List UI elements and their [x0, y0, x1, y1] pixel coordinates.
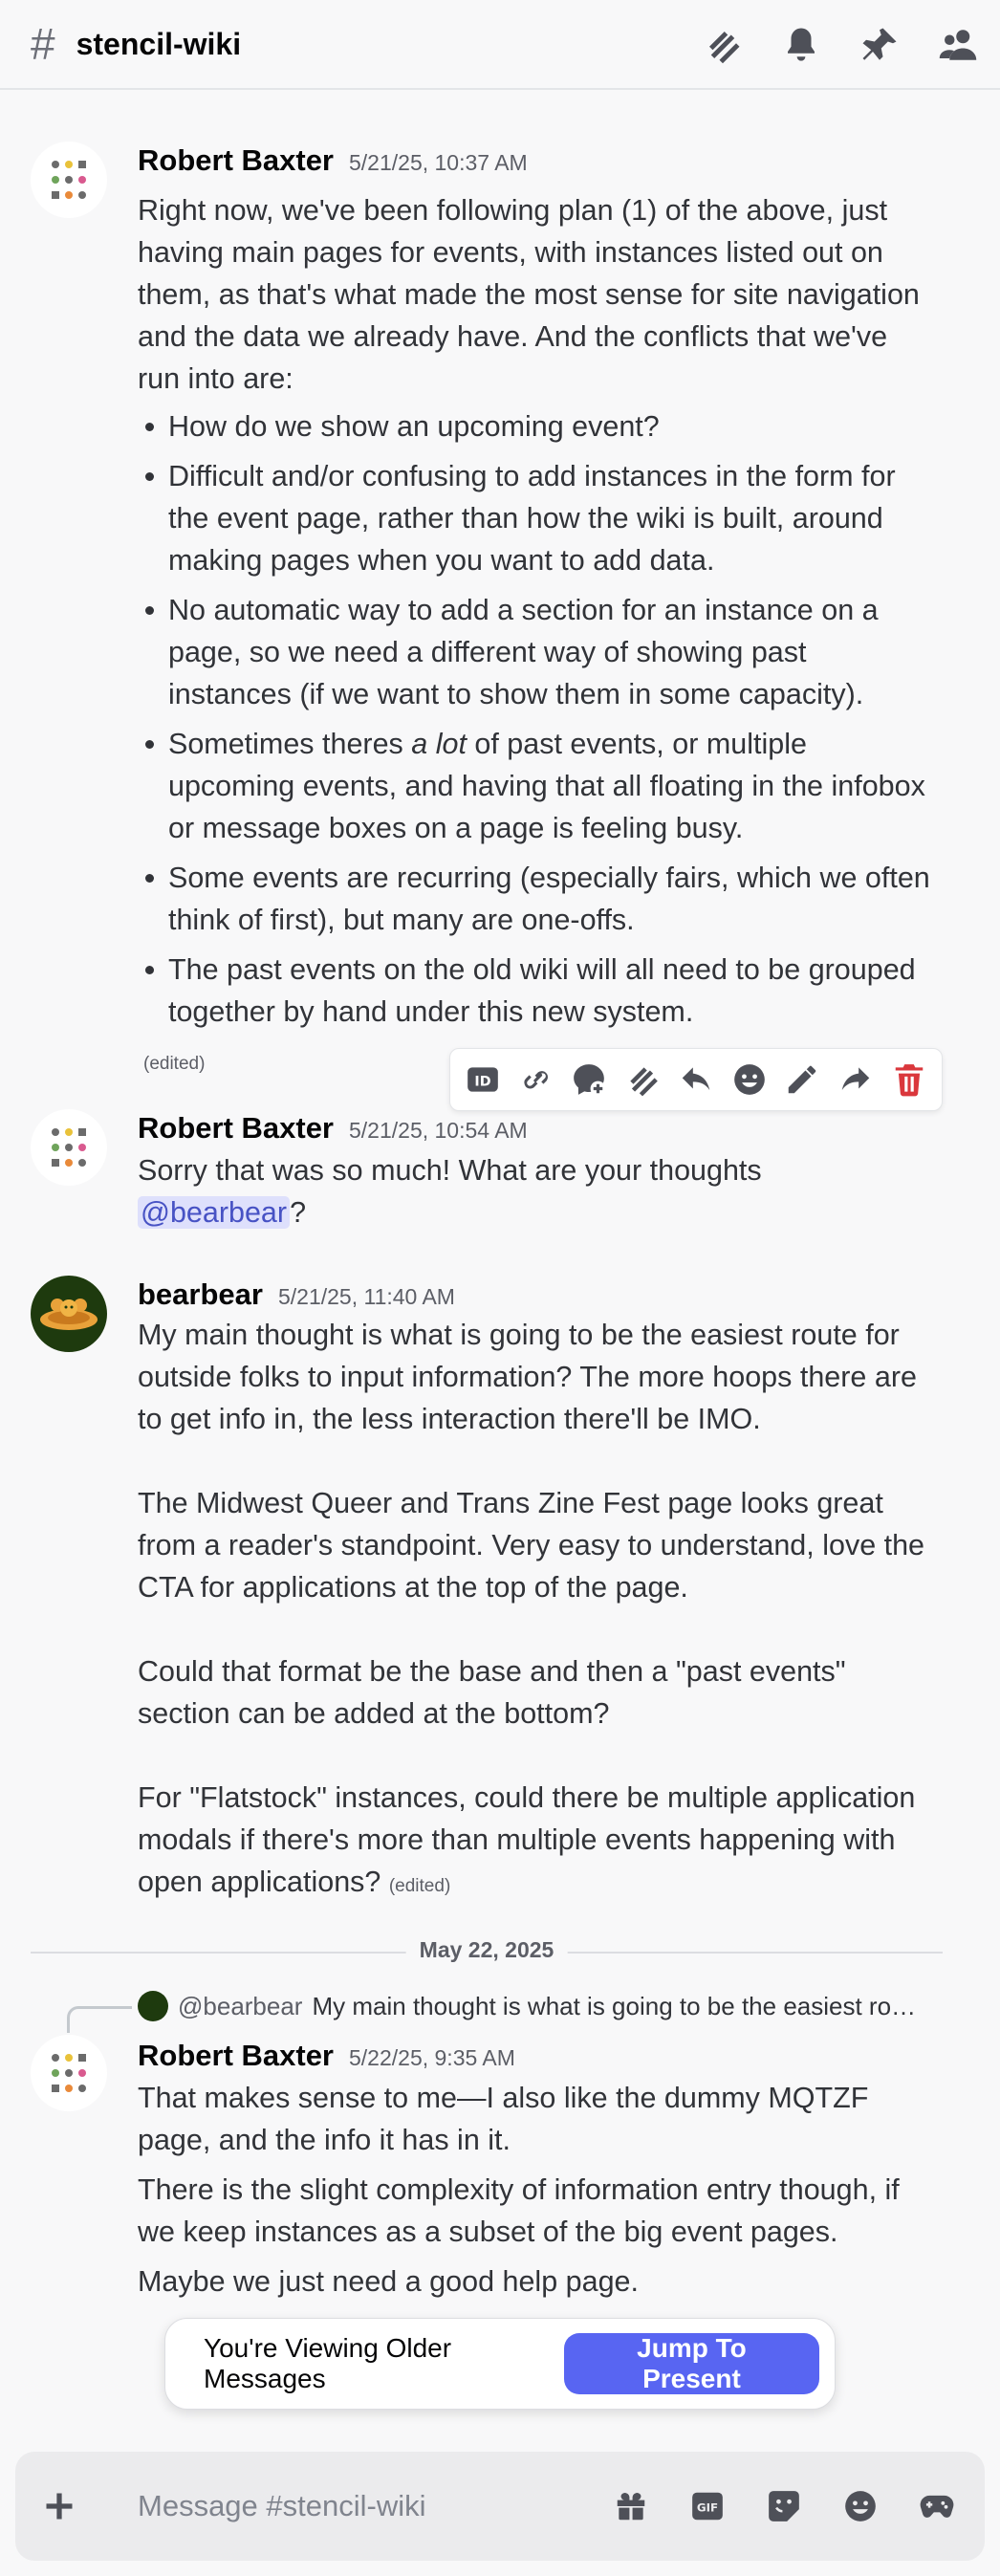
thread-icon[interactable] [620, 1057, 665, 1102]
threads-icon[interactable] [694, 21, 751, 69]
timestamp: 5/21/25, 11:40 AM [277, 1284, 455, 1309]
message-text: Maybe we just need a good help page. [138, 2265, 639, 2298]
list-item: The past events on the old wiki will all… [138, 949, 931, 1033]
message-text: Sorry that was so much! What are your th… [138, 1154, 762, 1187]
author-line: Robert Baxter 5/22/25, 9:35 AM [138, 2039, 515, 2073]
delete-icon[interactable] [886, 1057, 932, 1102]
date-divider-label: May 22, 2025 [405, 1937, 568, 1963]
message-actions-toolbar: ID [449, 1048, 943, 1111]
add-reaction-icon[interactable] [566, 1057, 612, 1102]
message-composer: GIF [15, 2452, 985, 2561]
activity-icon[interactable] [906, 2476, 967, 2537]
author-line: bearbear 5/21/25, 11:40 AM [138, 1277, 455, 1312]
author-line: Robert Baxter 5/21/25, 10:37 AM [138, 143, 528, 178]
message-text: ? [290, 1196, 307, 1229]
avatar[interactable] [31, 2035, 107, 2111]
list-item: Some events are recurring (especially fa… [138, 857, 931, 941]
avatar[interactable] [31, 1276, 107, 1352]
svg-text:GIF: GIF [697, 2501, 718, 2515]
emoji-icon[interactable] [830, 2476, 891, 2537]
composer-actions: GIF [600, 2476, 985, 2537]
timestamp: 5/21/25, 10:37 AM [349, 150, 528, 175]
svg-text:ID: ID [474, 1074, 490, 1089]
gif-icon[interactable]: GIF [677, 2476, 738, 2537]
timestamp: 5/21/25, 10:54 AM [349, 1118, 528, 1143]
list-item: Sometimes theres a lot of past events, o… [138, 723, 931, 849]
id-icon[interactable]: ID [460, 1057, 506, 1102]
list-item: How do we show an upcoming event? [138, 405, 931, 448]
message-paragraph: My main thought is what is going to be t… [138, 1319, 917, 1435]
edited-label: (edited) [143, 1054, 206, 1074]
message-content: Right now, we've been following plan (1)… [138, 189, 931, 1040]
date-divider: May 22, 2025 [31, 1937, 943, 1963]
header-toolbar [694, 21, 987, 69]
message-content: My main thought is what is going to be t… [138, 1314, 931, 1908]
author-line: Robert Baxter 5/21/25, 10:54 AM [138, 1111, 528, 1146]
author-name[interactable]: Robert Baxter [138, 1111, 334, 1146]
edited-label: (edited) [388, 1876, 451, 1896]
avatar [138, 1991, 168, 2021]
link-icon[interactable] [513, 1057, 559, 1102]
emphasis-text: a lot [411, 728, 467, 760]
plus-icon[interactable] [15, 2489, 103, 2523]
older-messages-label: You're Viewing Older Messages [204, 2333, 452, 2393]
reply-spine [67, 2006, 132, 2033]
older-messages-bar: You're Viewing Older Messages Jump To Pr… [164, 2318, 836, 2410]
message-paragraph: The Midwest Queer and Trans Zine Fest pa… [138, 1487, 925, 1604]
channel-title: stencil-wiki [76, 26, 242, 61]
bell-icon[interactable] [772, 21, 830, 69]
message-input[interactable] [138, 2478, 600, 2535]
message-content: That makes sense to me—I also like the d… [138, 2077, 931, 2303]
message-paragraph: Could that format be the base and then a… [138, 1655, 846, 1730]
timestamp: 5/22/25, 9:35 AM [349, 2045, 515, 2070]
message-paragraph-last: For "Flatstock" instances, could there b… [138, 1777, 931, 1908]
message-text: That makes sense to me—I also like the d… [138, 2082, 869, 2156]
list-item: Difficult and/or confusing to add instan… [138, 455, 931, 581]
avatar[interactable] [31, 1109, 107, 1186]
reply-author[interactable]: @bearbear [178, 1992, 302, 2021]
jump-to-present-button[interactable]: Jump To Present [563, 2333, 819, 2394]
message-content: Sorry that was so much! What are your th… [138, 1149, 864, 1233]
reply-icon[interactable] [673, 1057, 719, 1102]
author-name[interactable]: Robert Baxter [138, 2039, 334, 2073]
bullet-list: How do we show an upcoming event? Diffic… [138, 405, 931, 1033]
pin-icon[interactable] [851, 21, 908, 69]
forward-icon[interactable] [833, 1057, 879, 1102]
edit-icon[interactable] [779, 1057, 825, 1102]
members-icon[interactable] [929, 21, 987, 69]
reply-preview[interactable]: My main thought is what is going to be t… [312, 1992, 922, 2021]
author-name[interactable]: bearbear [138, 1277, 263, 1312]
sticker-icon[interactable] [753, 2476, 815, 2537]
message-text: For "Flatstock" instances, could there b… [138, 1781, 916, 1898]
message-text: There is the slight complexity of inform… [138, 2173, 900, 2248]
author-name[interactable]: Robert Baxter [138, 143, 334, 178]
list-item: No automatic way to add a section for an… [138, 589, 931, 715]
hash-icon: # [31, 19, 55, 69]
list-item-text: Sometimes theres [168, 728, 412, 760]
gift-icon[interactable] [600, 2476, 662, 2537]
avatar[interactable] [31, 142, 107, 218]
message-text: Right now, we've been following plan (1)… [138, 194, 920, 395]
emoji-icon[interactable] [727, 1057, 772, 1102]
channel-header: # stencil-wiki [0, 0, 1000, 90]
user-mention[interactable]: @bearbear [138, 1196, 291, 1229]
reply-reference[interactable]: @bearbear My main thought is what is goi… [138, 1991, 922, 2021]
